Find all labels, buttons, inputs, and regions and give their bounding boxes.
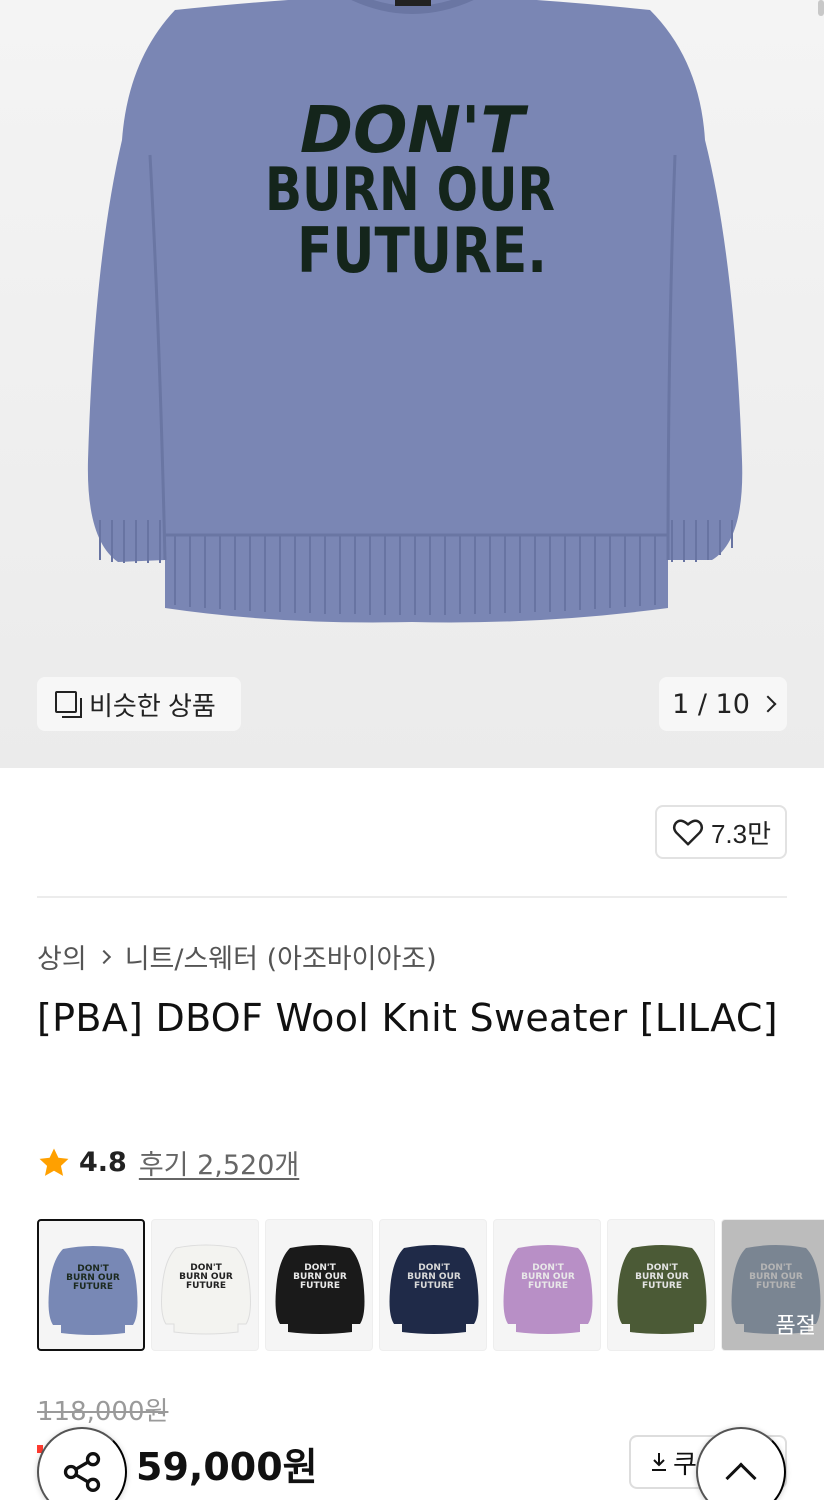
product-main-image: DON'T BURN OUR FUTURE.	[87, 0, 743, 623]
svg-text:FUTURE: FUTURE	[414, 1281, 454, 1291]
thumbnail-sweater-image: DON'TBURN OURFUTURE	[503, 1245, 593, 1334]
image-pager-button[interactable]: 1 / 10	[659, 677, 787, 731]
thumbnail-sweater-image: DON'TBURN OURFUTURE	[617, 1245, 707, 1334]
divider	[37, 896, 787, 898]
share-button[interactable]	[37, 1427, 127, 1500]
color-thumbnail[interactable]: DON'T BURN OUR FUTURE	[493, 1219, 601, 1351]
color-thumbnail[interactable]: DON'T BURN OUR FUTURE	[37, 1219, 145, 1351]
breadcrumb: 상의 니트/스웨터 (아조바이아조)	[37, 937, 437, 976]
pager-text: 1 / 10	[672, 688, 750, 720]
thumbnail-sweater-image: DON'TBURN OURFUTURE	[48, 1246, 138, 1335]
svg-text:FUTURE: FUTURE	[300, 1281, 340, 1291]
like-count: 7.3만	[710, 818, 772, 849]
color-thumbnail[interactable]: DON'T BURN OUR FUTURE	[265, 1219, 373, 1351]
breadcrumb-item-knit[interactable]: 니트/스웨터 (아조바이아조)	[125, 937, 437, 976]
sweater-graphic: DON'T BURN OUR FUTURE.	[265, 94, 555, 287]
thumbnail-sweater-image: DON'TBURN OURFUTURE	[161, 1244, 251, 1335]
color-thumbnail[interactable]: DON'T BURN OUR FUTURE	[151, 1219, 259, 1351]
heart-icon	[672, 819, 703, 846]
like-button[interactable]: 7.3만	[655, 805, 787, 859]
review-link[interactable]: 후기 2,520개	[139, 1143, 299, 1182]
similar-icon	[55, 691, 82, 718]
star-icon	[39, 1148, 69, 1176]
svg-text:FUTURE: FUTURE	[642, 1281, 682, 1291]
product-title: [PBA] DBOF Wool Knit Sweater [LILAC]	[37, 996, 778, 1040]
scroll-indicator	[818, 0, 824, 16]
soldout-label: 품절	[775, 1314, 816, 1339]
svg-text:FUTURE: FUTURE	[528, 1281, 568, 1291]
similar-products-label: 비슷한 상품	[89, 690, 216, 721]
chevron-up-icon	[725, 1462, 757, 1494]
color-thumbnail[interactable]: DON'T BURN OUR FUTURE	[379, 1219, 487, 1351]
color-thumbnail[interactable]: DON'T BURN OUR FUTURE	[607, 1219, 715, 1351]
svg-text:FUTURE: FUTURE	[73, 1282, 113, 1292]
chevron-right-icon	[759, 695, 777, 713]
download-icon	[652, 1453, 666, 1471]
chevron-right-icon	[96, 949, 111, 964]
similar-products-button[interactable]: 비슷한 상품	[37, 677, 241, 731]
original-price: 118,000원	[37, 1397, 169, 1427]
color-thumbnail[interactable]: DON'T BURN OUR FUTURE 품절	[721, 1219, 824, 1351]
sale-price: 59,000원	[136, 1445, 318, 1489]
rating-score: 4.8	[79, 1147, 127, 1178]
color-thumbnails: DON'T BURN OUR FUTURE DON'T BURN OUR FUTURE DO…	[37, 1219, 824, 1351]
rating-row: 4.8 후기 2,520개	[37, 1143, 299, 1182]
share-icon	[63, 1452, 101, 1492]
svg-text:FUTURE: FUTURE	[186, 1281, 226, 1291]
thumbnail-sweater-image: DON'TBURN OURFUTURE	[389, 1245, 479, 1334]
thumbnail-sweater-image: DON'TBURN OURFUTURE	[275, 1245, 365, 1334]
svg-text:FUTURE.: FUTURE.	[297, 214, 547, 287]
coupon-label: 쿠	[673, 1448, 697, 1479]
product-image-carousel[interactable]: DON'T BURN OUR FUTURE. 비슷한 상품 1 / 10	[0, 0, 824, 768]
breadcrumb-item-top[interactable]: 상의	[37, 937, 87, 976]
